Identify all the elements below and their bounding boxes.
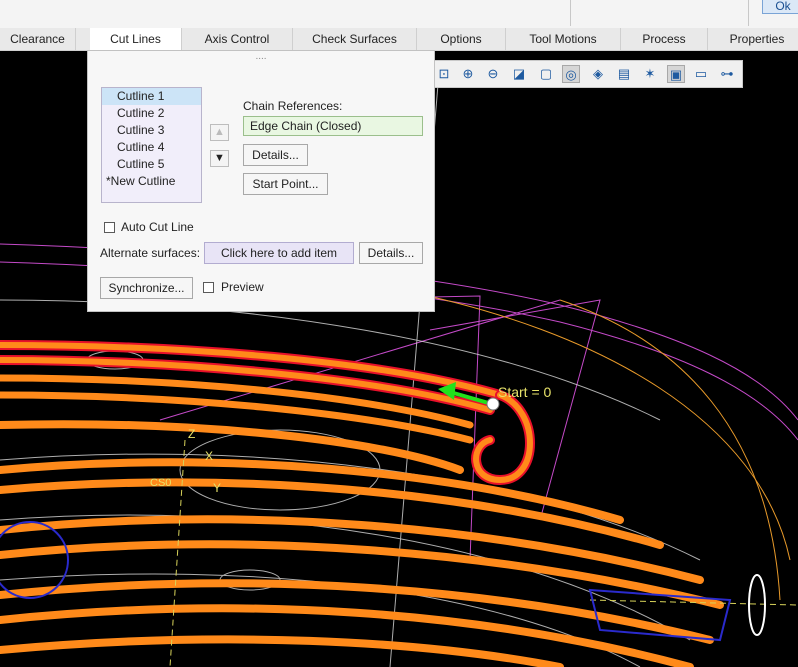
chain-reference-field[interactable]: Edge Chain (Closed) bbox=[243, 116, 423, 136]
axis-y-label: Y bbox=[213, 481, 221, 495]
axis-z-label: Z bbox=[188, 427, 195, 441]
cut-lines-panel: .... Cutline 1 Cutline 2 Cutline 3 Cutli… bbox=[87, 50, 435, 312]
cutline-item[interactable]: Cutline 2 bbox=[102, 105, 201, 122]
alternate-details-button[interactable]: Details... bbox=[359, 242, 423, 264]
strip-divider bbox=[570, 0, 571, 26]
auto-cut-line-checkbox[interactable] bbox=[104, 222, 115, 233]
cutline-item[interactable]: Cutline 4 bbox=[102, 139, 201, 156]
tab-process[interactable]: Process bbox=[621, 28, 708, 50]
datum-display-icon[interactable]: ✶ bbox=[641, 65, 659, 83]
cutline-item[interactable]: Cutline 5 bbox=[102, 156, 201, 173]
move-down-arrow-icon[interactable]: ▼ bbox=[210, 150, 229, 167]
view-orient-icon[interactable]: ▢ bbox=[537, 65, 555, 83]
section-icon[interactable]: ▭ bbox=[692, 65, 710, 83]
cutline-list[interactable]: Cutline 1 Cutline 2 Cutline 3 Cutline 4 … bbox=[101, 87, 202, 203]
new-cutline-item[interactable]: *New Cutline bbox=[102, 173, 201, 190]
csys-label: CS0 bbox=[150, 477, 171, 489]
tab-check-surfaces[interactable]: Check Surfaces bbox=[293, 28, 417, 50]
zoom-window-icon[interactable]: ⊡ bbox=[435, 65, 453, 83]
panel-grip[interactable]: .... bbox=[88, 52, 434, 62]
title-strip: Ok bbox=[0, 0, 798, 28]
alternate-surfaces-collector[interactable]: Click here to add item bbox=[204, 242, 354, 264]
axis-x-label: X bbox=[205, 449, 213, 463]
tab-properties[interactable]: Properties bbox=[708, 28, 798, 50]
move-up-arrow-icon[interactable]: ▲ bbox=[210, 124, 229, 141]
saved-views-icon[interactable]: ▤ bbox=[615, 65, 633, 83]
tab-tool-motions[interactable]: Tool Motions bbox=[506, 28, 621, 50]
annotation-display-icon[interactable]: ▣ bbox=[667, 65, 685, 83]
refit-icon[interactable]: ◪ bbox=[510, 65, 528, 83]
cutline-item[interactable]: Cutline 3 bbox=[102, 122, 201, 139]
tab-clearance[interactable]: Clearance bbox=[0, 28, 76, 50]
synchronize-button[interactable]: Synchronize... bbox=[100, 277, 193, 299]
alternate-surfaces-label: Alternate surfaces: bbox=[100, 246, 201, 260]
display-style-icon[interactable]: ◈ bbox=[589, 65, 607, 83]
preview-checkbox[interactable] bbox=[203, 282, 214, 293]
ok-button[interactable]: Ok bbox=[762, 0, 798, 14]
tab-cut-lines[interactable]: Cut Lines bbox=[90, 28, 182, 51]
preview-label: Preview bbox=[221, 280, 264, 294]
chain-details-button[interactable]: Details... bbox=[243, 144, 308, 166]
tab-options[interactable]: Options bbox=[417, 28, 506, 50]
start-point-button[interactable]: Start Point... bbox=[243, 173, 328, 195]
cutline-item[interactable]: Cutline 1 bbox=[102, 88, 201, 105]
zoom-in-icon[interactable]: ⊕ bbox=[459, 65, 477, 83]
zoom-out-icon[interactable]: ⊖ bbox=[484, 65, 502, 83]
start-point-label: Start = 0 bbox=[498, 384, 552, 400]
auto-cut-line-label: Auto Cut Line bbox=[121, 220, 194, 234]
spin-center-icon[interactable]: ◎ bbox=[562, 65, 580, 83]
tab-axis-control[interactable]: Axis Control bbox=[182, 28, 293, 50]
view-toolbar: ⊡ ⊕ ⊖ ◪ ▢ ◎ ◈ ▤ ✶ ▣ ▭ ⊶ bbox=[432, 60, 743, 88]
strip-divider bbox=[748, 0, 749, 26]
network-icon[interactable]: ⊶ bbox=[718, 65, 736, 83]
dashboard-tab-bar: Clearance Cut Lines Axis Control Check S… bbox=[0, 28, 798, 51]
chain-references-label: Chain References: bbox=[243, 99, 343, 113]
